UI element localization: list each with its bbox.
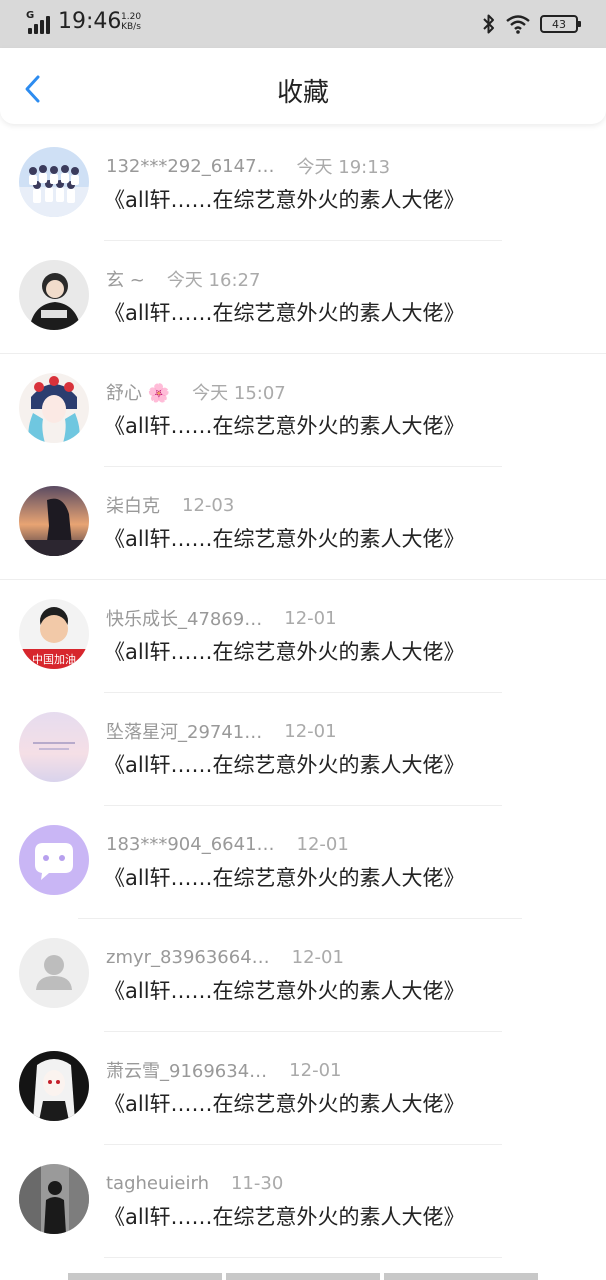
favorite-title[interactable]: 《all轩……在综艺意外火的素人大佬》 [104, 862, 465, 892]
avatar[interactable] [19, 260, 89, 330]
status-time: 19:46 [58, 9, 122, 34]
page-title: 收藏 [276, 78, 329, 108]
list-item[interactable]: tagheuieirh 11-30 《all轩……在综艺意外火的素人大佬》 [0, 1145, 606, 1258]
signal-icon: G [26, 10, 52, 34]
avatar[interactable] [19, 712, 89, 782]
list-item[interactable]: 183***904_6641… 12-01 《all轩……在综艺意外火的素人大佬… [0, 806, 606, 919]
list-item[interactable]: zmyr_83963664… 12-01 《all轩……在综艺意外火的素人大佬》 [0, 919, 606, 1032]
favorite-title[interactable]: 《all轩……在综艺意外火的素人大佬》 [104, 749, 465, 779]
avatar[interactable] [19, 147, 89, 217]
bottom-toolbar-edge [68, 1273, 538, 1280]
user-name[interactable]: 柒白克 [106, 492, 160, 518]
timestamp: 11-30 [230, 1172, 284, 1194]
user-name[interactable]: zmyr_83963664… [106, 947, 270, 968]
list-item[interactable]: 萧云雪_9169634… 12-01 《all轩……在综艺意外火的素人大佬》 [0, 1032, 606, 1145]
avatar[interactable] [19, 825, 89, 895]
favorite-title[interactable]: 《all轩……在综艺意外火的素人大佬》 [104, 1088, 465, 1118]
timestamp: 12-01 [291, 946, 344, 968]
favorite-title[interactable]: 《all轩……在综艺意外火的素人大佬》 [104, 297, 465, 327]
bluetooth-icon [483, 14, 494, 34]
user-name[interactable]: 快乐成长_47869… [106, 605, 262, 631]
top-nav-bar: 收藏 [0, 48, 606, 124]
user-name[interactable]: tagheuieirh [106, 1173, 209, 1194]
favorite-title[interactable]: 《all轩……在综艺意外火的素人大佬》 [104, 1201, 465, 1231]
network-speed: 1.20 KB/s [121, 12, 142, 32]
user-name[interactable]: 132***292_6147… [106, 156, 275, 177]
svg-text:中国加油: 中国加油 [32, 652, 76, 666]
favorite-title[interactable]: 《all轩……在综艺意外火的素人大佬》 [104, 410, 465, 440]
list-item[interactable]: 舒心 🌸 今天 15:07 《all轩……在综艺意外火的素人大佬》 [0, 354, 606, 467]
timestamp: 12-01 [284, 607, 337, 629]
battery-icon: 43 [540, 15, 581, 33]
user-name[interactable]: 舒心 🌸 [106, 379, 170, 405]
favorite-title[interactable]: 《all轩……在综艺意外火的素人大佬》 [104, 975, 465, 1005]
list-item[interactable]: 玄 ~ 今天 16:27 《all轩……在综艺意外火的素人大佬》 [0, 241, 606, 354]
list-item[interactable]: 柒白克 12-03 《all轩……在综艺意外火的素人大佬》 [0, 467, 606, 580]
user-name[interactable]: 玄 ~ [106, 266, 145, 292]
timestamp: 今天 16:27 [166, 270, 261, 291]
user-name[interactable]: 坠落星河_29741… [106, 718, 262, 744]
user-name[interactable]: 萧云雪_9169634… [106, 1057, 267, 1083]
battery-level: 43 [552, 17, 566, 31]
avatar[interactable] [19, 938, 89, 1008]
timestamp: 今天 15:07 [192, 383, 286, 404]
avatar[interactable] [19, 1051, 89, 1121]
favorite-title[interactable]: 《all轩……在综艺意外火的素人大佬》 [104, 523, 465, 553]
wifi-icon [506, 15, 530, 34]
timestamp: 12-01 [296, 833, 349, 855]
avatar[interactable] [19, 373, 89, 443]
divider [104, 1257, 502, 1258]
timestamp: 12-01 [284, 720, 337, 742]
list-item[interactable]: 坠落星河_29741… 12-01 《all轩……在综艺意外火的素人大佬》 [0, 693, 606, 806]
favorite-title[interactable]: 《all轩……在综艺意外火的素人大佬》 [104, 636, 465, 666]
status-bar: G 19:46 1.20 KB/s 43 [0, 0, 606, 48]
timestamp: 12-03 [182, 494, 235, 516]
list-item[interactable]: 中国加油 快乐成长_47869… 12-01 《all轩……在综艺意外火的素人大… [0, 580, 606, 693]
favorite-title[interactable]: 《all轩……在综艺意外火的素人大佬》 [104, 184, 465, 214]
favorites-list: 132***292_6147… 今天 19:13 《all轩……在综艺意外火的素… [0, 128, 606, 1258]
timestamp: 12-01 [289, 1059, 342, 1081]
avatar[interactable] [19, 1164, 89, 1234]
avatar[interactable] [19, 486, 89, 556]
avatar[interactable]: 中国加油 [19, 599, 89, 669]
list-item[interactable]: 132***292_6147… 今天 19:13 《all轩……在综艺意外火的素… [0, 128, 606, 241]
timestamp: 今天 19:13 [296, 157, 391, 178]
user-name[interactable]: 183***904_6641… [106, 834, 275, 855]
